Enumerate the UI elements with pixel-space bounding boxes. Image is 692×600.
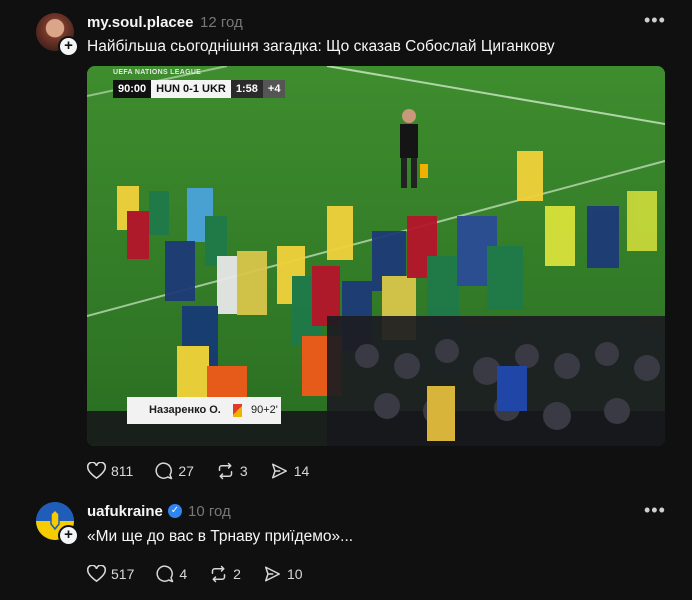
league-label: UEFA NATIONS LEAGUE	[113, 69, 202, 76]
score: HUN 0-1 UKR	[151, 80, 231, 98]
comment-count: 4	[179, 566, 188, 582]
repost-button[interactable]: 2	[209, 565, 241, 583]
post-image[interactable]: UEFA NATIONS LEAGUE 90:00 HUN 0-1 UKR 1:…	[87, 66, 665, 446]
share-button[interactable]: 10	[263, 565, 303, 583]
share-count: 10	[286, 566, 303, 582]
verified-icon: ✓	[168, 504, 182, 518]
post-actions: 517 4 2 10	[87, 565, 325, 583]
post-text: Найбільша сьогоднішня загадка: Що сказав…	[87, 38, 555, 55]
card-caption: Назаренко О. 90+2'	[127, 397, 281, 424]
post-actions: 811 27 3 14	[87, 462, 331, 480]
heart-icon	[87, 565, 106, 583]
username[interactable]: my.soul.placee	[87, 14, 193, 31]
comment-icon	[155, 462, 173, 480]
score-value: 0-1	[183, 83, 199, 95]
share-icon	[264, 566, 280, 582]
added-time: +4	[262, 80, 286, 98]
repost-button[interactable]: 3	[216, 462, 248, 480]
username[interactable]: uafukraine	[87, 503, 163, 520]
like-count: 517	[111, 566, 135, 582]
post-time: 10 год	[188, 503, 231, 520]
comment-icon	[156, 565, 174, 583]
comment-count: 27	[178, 463, 194, 479]
added-clock: 1:58	[230, 80, 263, 98]
heart-icon	[87, 462, 106, 480]
post-time: 12 год	[200, 14, 243, 31]
follow-plus-icon[interactable]: +	[58, 36, 79, 57]
share-icon	[271, 463, 287, 479]
scorebug: 90:00 HUN 0-1 UKR 1:58 +4	[113, 80, 286, 98]
more-icon[interactable]: •••	[644, 10, 666, 31]
like-button[interactable]: 811	[87, 462, 133, 480]
away-team: UKR	[202, 83, 226, 95]
share-count: 14	[293, 463, 310, 479]
repost-count: 2	[233, 566, 241, 582]
card-minute: 90+2'	[251, 404, 278, 416]
card-icon	[233, 404, 242, 417]
post: + my.soul.placee 12 год ••• Найбільша сь…	[0, 0, 692, 490]
repost-icon	[211, 565, 226, 583]
share-button[interactable]: 14	[270, 462, 310, 480]
follow-plus-icon[interactable]: +	[58, 525, 79, 546]
like-button[interactable]: 517	[87, 565, 134, 583]
like-count: 811	[111, 463, 134, 479]
more-icon[interactable]: •••	[644, 500, 666, 521]
match-time: 90:00	[113, 80, 152, 98]
comment-button[interactable]: 4	[156, 565, 187, 583]
player-name: Назаренко О.	[149, 404, 221, 416]
comment-button[interactable]: 27	[155, 462, 194, 480]
football-scene	[87, 66, 665, 446]
post-text: «Ми ще до вас в Трнаву приїдемо»...	[87, 528, 354, 545]
repost-count: 3	[239, 463, 248, 479]
home-team: HUN	[156, 83, 180, 95]
repost-icon	[218, 462, 233, 480]
